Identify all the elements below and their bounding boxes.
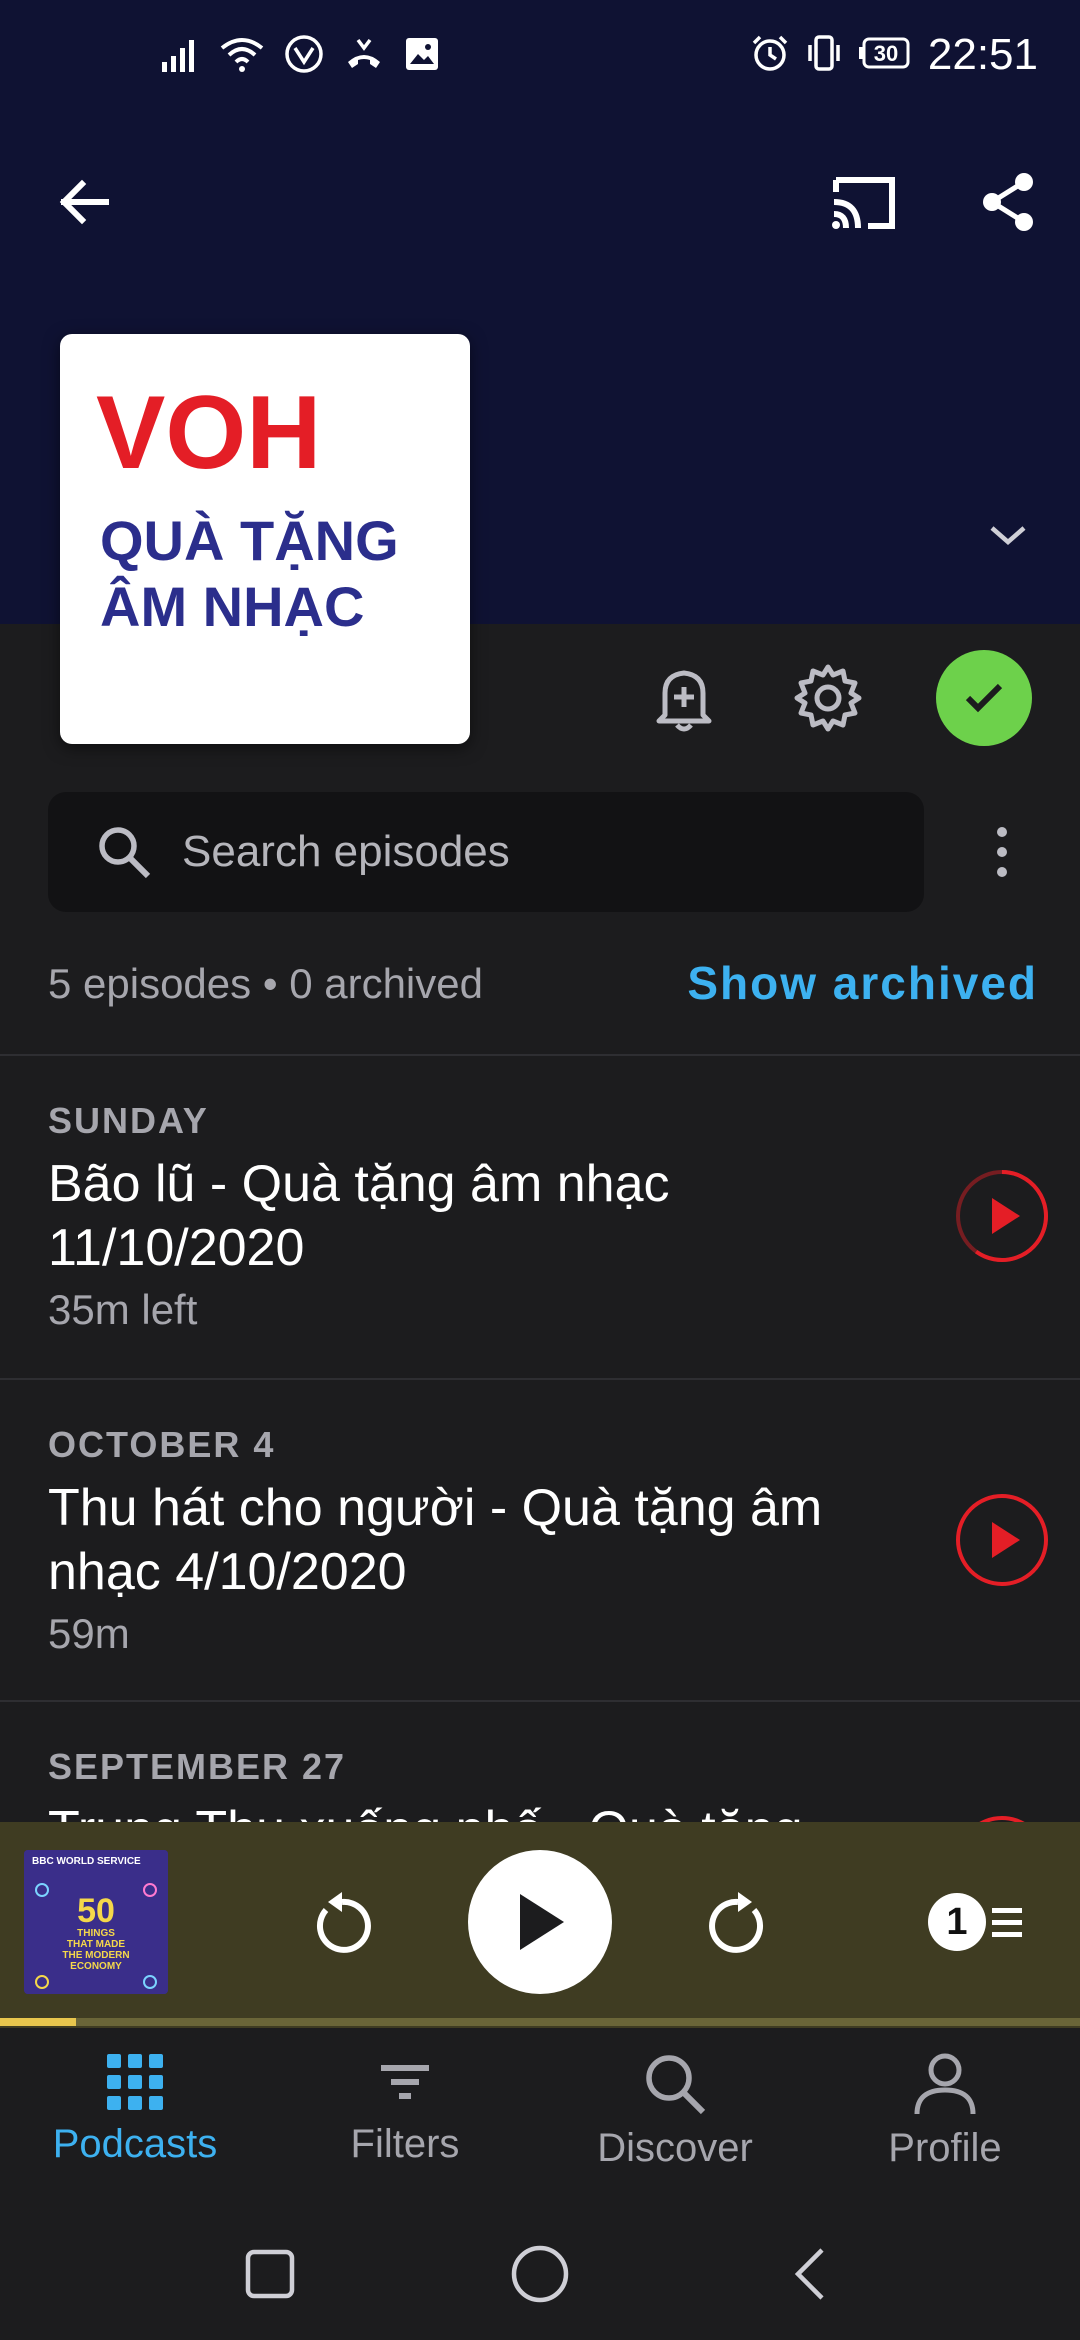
now-playing-artwork: BBC WORLD SERVICE 50 THINGS THAT MADE TH… bbox=[24, 1850, 168, 1994]
status-bar: 30 22:51 bbox=[0, 0, 1080, 120]
episode-row[interactable]: SUNDAY Bão lũ - Quà tặng âm nhạc 11/10/2… bbox=[0, 1056, 1080, 1378]
search-icon bbox=[99, 827, 151, 879]
vibrate-icon bbox=[804, 33, 844, 77]
skip-back-button[interactable] bbox=[298, 1878, 386, 1966]
episode-title: Thu hát cho người - Quà tặng âm nhạc 4/1… bbox=[48, 1479, 823, 1601]
search-input[interactable] bbox=[182, 827, 862, 877]
tab-label: Discover bbox=[597, 2126, 753, 2170]
playback-progress-bar[interactable] bbox=[0, 2018, 1080, 2026]
chevron-down-icon bbox=[990, 526, 1026, 545]
check-icon bbox=[965, 683, 1003, 713]
wifi-icon bbox=[220, 34, 264, 78]
share-button[interactable] bbox=[968, 162, 1048, 242]
back-nav-button[interactable] bbox=[770, 2234, 850, 2314]
play-progress-icon bbox=[956, 1170, 1048, 1262]
episode-play-button[interactable] bbox=[954, 1814, 1050, 1822]
search-icon bbox=[646, 2055, 706, 2115]
search-episodes-box[interactable] bbox=[48, 792, 924, 912]
art-line4: ECONOMY bbox=[70, 1961, 122, 1972]
notifications-button[interactable] bbox=[636, 650, 732, 746]
queue-count: 1 bbox=[928, 1893, 986, 1951]
more-vertical-icon bbox=[997, 827, 1007, 877]
mini-player[interactable]: BBC WORLD SERVICE 50 THINGS THAT MADE TH… bbox=[0, 1822, 1080, 2028]
artwork-logo: VOH bbox=[96, 375, 321, 491]
art-top-text: BBC WORLD SERVICE bbox=[32, 1856, 141, 1867]
episode-play-button[interactable] bbox=[954, 1168, 1050, 1264]
bottom-navigation: Podcasts Filters Discover Profile bbox=[0, 2028, 1080, 2198]
episode-title: Bão lũ - Quà tặng âm nhạc 11/10/2020 bbox=[48, 1155, 670, 1277]
episode-play-button[interactable] bbox=[954, 1492, 1050, 1588]
tab-podcasts[interactable]: Podcasts bbox=[0, 2052, 270, 2192]
episode-duration: 59m bbox=[48, 1610, 130, 1657]
call-icon bbox=[344, 34, 384, 78]
battery-level: 30 bbox=[874, 41, 898, 66]
arrow-left-icon bbox=[59, 179, 109, 225]
circle-icon bbox=[511, 2245, 569, 2303]
tab-discover[interactable]: Discover bbox=[540, 2052, 810, 2192]
tab-filters[interactable]: Filters bbox=[270, 2052, 540, 2192]
status-time: 22:51 bbox=[927, 30, 1038, 79]
artwork-line2: ÂM NHẠC bbox=[100, 575, 364, 638]
battery-icon: 30 bbox=[858, 33, 914, 77]
fast-forward-icon bbox=[709, 1892, 764, 1953]
episode-date: SUNDAY bbox=[48, 1100, 209, 1141]
play-button[interactable] bbox=[468, 1850, 612, 1994]
home-button[interactable] bbox=[500, 2234, 580, 2314]
art-number: 50 bbox=[77, 1892, 115, 1930]
tab-label: Profile bbox=[888, 2126, 1002, 2170]
tab-profile[interactable]: Profile bbox=[810, 2052, 1080, 2192]
person-icon bbox=[914, 2053, 976, 2115]
artwork-line1: QUÀ TẶNG bbox=[100, 509, 399, 572]
filter-icon bbox=[381, 2065, 429, 2099]
show-archived-link[interactable]: Show archived bbox=[687, 956, 1038, 1010]
system-navigation bbox=[0, 2198, 1080, 2340]
episode-counts: 5 episodes • 0 archived bbox=[48, 960, 483, 1007]
podcast-artwork: VOH QUÀ TẶNG ÂM NHẠC bbox=[60, 334, 470, 744]
art-line1: THINGS bbox=[77, 1928, 115, 1939]
chevron-left-icon bbox=[794, 2248, 824, 2300]
cast-button[interactable] bbox=[824, 162, 904, 242]
back-button[interactable] bbox=[44, 162, 124, 242]
expand-details-button[interactable] bbox=[968, 496, 1048, 576]
tab-label: Filters bbox=[350, 2122, 460, 2166]
share-icon bbox=[983, 173, 1033, 231]
play-icon bbox=[520, 1894, 564, 1950]
playback-progress-fill bbox=[0, 2018, 76, 2026]
episode-date: OCTOBER 4 bbox=[48, 1424, 276, 1465]
grid-icon bbox=[107, 2054, 163, 2110]
episode-duration: 35m left bbox=[48, 1286, 198, 1333]
cast-icon bbox=[832, 177, 895, 229]
episode-title: Trung Thu xuống phố - Quà tặng bbox=[48, 1798, 928, 1822]
status-left-icons bbox=[160, 34, 440, 78]
art-line2: THAT MADE bbox=[67, 1939, 125, 1950]
episode-row[interactable]: OCTOBER 4 Thu hát cho người - Quà tặng â… bbox=[0, 1380, 1080, 1702]
art-line3: THE MODERN bbox=[62, 1950, 129, 1961]
up-next-button[interactable]: 1 bbox=[928, 1878, 1038, 1966]
image-icon bbox=[404, 36, 440, 76]
play-circle-icon bbox=[956, 1494, 1048, 1586]
gear-icon bbox=[794, 664, 862, 732]
signal-icon bbox=[160, 34, 200, 78]
queue-list-icon bbox=[992, 1908, 1022, 1937]
episode-date: SEPTEMBER 27 bbox=[48, 1746, 347, 1787]
square-icon bbox=[245, 2249, 295, 2299]
skip-forward-button[interactable] bbox=[694, 1878, 782, 1966]
subscribed-button[interactable] bbox=[936, 650, 1032, 746]
more-options-button[interactable] bbox=[962, 812, 1042, 892]
rewind-icon bbox=[316, 1892, 371, 1953]
artwork-image: VOH QUÀ TẶNG ÂM NHẠC bbox=[96, 375, 399, 638]
alarm-icon bbox=[750, 33, 790, 77]
podcast-settings-button[interactable] bbox=[780, 650, 876, 746]
vpn-icon bbox=[284, 34, 324, 78]
play-circle-icon bbox=[979, 1816, 1025, 1822]
bell-plus-icon bbox=[656, 670, 712, 732]
tab-label: Podcasts bbox=[52, 2122, 218, 2166]
status-right-icons: 30 22:51 bbox=[750, 30, 1038, 80]
now-playing-artwork-image: BBC WORLD SERVICE 50 THINGS THAT MADE TH… bbox=[24, 1850, 168, 1994]
recents-button[interactable] bbox=[230, 2234, 310, 2314]
episode-row[interactable]: SEPTEMBER 27 Trung Thu xuống phố - Quà t… bbox=[0, 1702, 1080, 1822]
